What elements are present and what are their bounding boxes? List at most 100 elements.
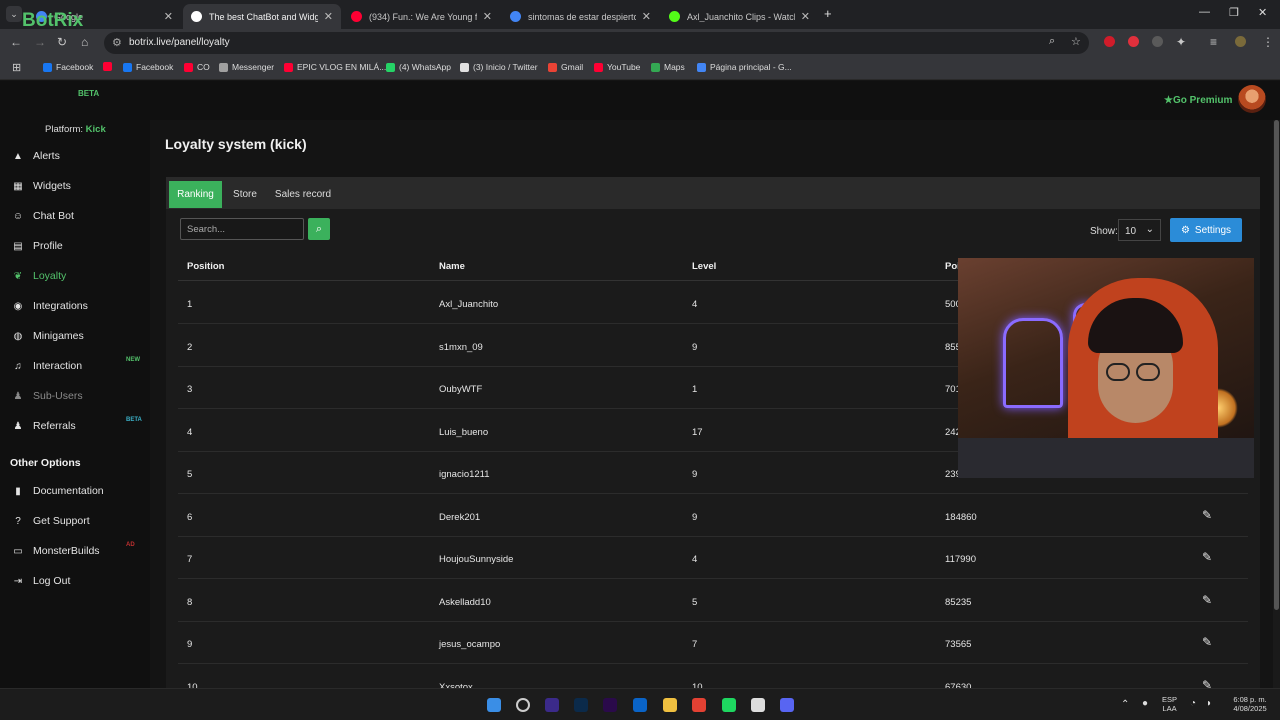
extension-red-icon[interactable] (1104, 36, 1115, 47)
tray-chevron-icon[interactable]: ⌃ (1121, 699, 1129, 710)
new-tab-button[interactable]: + (824, 6, 832, 21)
sidebar-item-loyalty[interactable]: ❦ Loyalty (12, 266, 147, 286)
botrix-logo[interactable]: BotRix (22, 10, 83, 32)
forward-icon[interactable]: → (34, 35, 46, 49)
clock[interactable]: 6:08 p. m. 4/08/2025 (1226, 695, 1274, 713)
sidebar-item-chat-bot[interactable]: ☺ Chat Bot (12, 206, 147, 226)
bookmark-item[interactable] (103, 62, 116, 71)
tab-sales-record[interactable]: Sales record (268, 181, 338, 208)
bookmark-item[interactable]: Página principal - G... (697, 62, 792, 72)
reload-icon[interactable]: ↻ (57, 35, 67, 49)
edit-pencil-icon[interactable]: ✎ (1202, 635, 1212, 649)
volume-icon[interactable]: ◗ (1206, 698, 1212, 709)
profile-avatar-icon[interactable] (1235, 36, 1246, 47)
edit-pencil-icon[interactable]: ✎ (1202, 550, 1212, 564)
bookmark-item[interactable]: Facebook (123, 62, 173, 72)
table-row: 7 HoujouSunnyside 4 117990 ✎ (178, 537, 1248, 579)
zoom-icon[interactable]: ⌕ (1049, 35, 1055, 48)
outlook-icon[interactable] (633, 698, 647, 712)
edit-pencil-icon[interactable]: ✎ (1202, 508, 1212, 522)
settings-button[interactable]: ⚙ Settings (1170, 218, 1242, 242)
desk-surface (958, 438, 1254, 478)
home-icon[interactable]: ⌂ (81, 35, 88, 49)
sidebar-item-integrations[interactable]: ◉ Integrations (12, 296, 147, 316)
bookmark-item[interactable]: Gmail (548, 62, 583, 72)
robot-icon: ☺ (12, 210, 24, 222)
tab-close-icon[interactable]: ✕ (483, 10, 492, 23)
back-icon[interactable]: ← (10, 35, 22, 49)
browser-tab[interactable]: The best ChatBot and Widgets ✕ (183, 4, 341, 29)
tab-ranking[interactable]: Ranking (169, 181, 222, 208)
site-info-icon[interactable]: ⚙ (112, 36, 122, 49)
browser-tab[interactable]: (934) Fun.: We Are Young ft. Jan ✕ (343, 4, 500, 29)
maximize-icon[interactable]: ❐ (1229, 6, 1239, 19)
after-effects-icon[interactable] (545, 698, 559, 712)
windows-start-icon[interactable] (487, 698, 501, 712)
glasses-left (1106, 363, 1130, 381)
minimize-icon[interactable]: — (1199, 6, 1210, 18)
search-button[interactable]: ⌕ (308, 218, 330, 240)
sidebar-item-get-support[interactable]: ? Get Support (12, 511, 147, 531)
browser-tab[interactable]: sintomas de estar despierto 24 ✕ (502, 4, 659, 29)
extensions-puzzle-icon[interactable]: ✦ (1176, 35, 1186, 49)
column-header-level[interactable]: Level (692, 261, 716, 272)
extension-adblock-icon[interactable] (1128, 36, 1139, 47)
page-size-select[interactable]: 10 ⌄ (1118, 219, 1161, 241)
tab-close-icon[interactable]: ✕ (642, 10, 651, 23)
bookmark-star-icon[interactable]: ☆ (1071, 35, 1081, 48)
apps-grid-icon[interactable]: ⊞ (12, 61, 21, 74)
column-header-name[interactable]: Name (439, 261, 465, 272)
cell-level: 1 (692, 384, 698, 395)
premiere-icon[interactable] (603, 698, 617, 712)
bookmark-item[interactable]: EPIC VLOG EN MILÁ... (284, 62, 386, 72)
close-window-icon[interactable]: ✕ (1258, 6, 1267, 19)
edit-pencil-icon[interactable]: ✎ (1202, 593, 1212, 607)
bookmark-item[interactable]: CO (184, 62, 210, 72)
sidebar-item-profile[interactable]: ▤ Profile (12, 236, 147, 256)
tab-store[interactable]: Store (225, 181, 265, 208)
network-icon[interactable]: ◔ (1190, 698, 1196, 709)
reading-list-icon[interactable]: ≡ (1210, 35, 1217, 49)
bookmark-item[interactable]: (4) WhatsApp (386, 62, 451, 72)
bookmark-item[interactable]: Maps (651, 62, 685, 72)
sidebar-item-documentation[interactable]: ▮ Documentation (12, 481, 147, 501)
cell-level: 9 (692, 341, 698, 353)
search-input[interactable] (180, 218, 304, 240)
user-avatar[interactable] (1238, 85, 1266, 113)
sidebar-item-widgets[interactable]: ▦ Widgets (12, 176, 147, 196)
scrollbar-thumb[interactable] (1274, 120, 1279, 610)
sidebar-item-sub-users[interactable]: ♟ Sub-Users (12, 386, 147, 406)
photoshop-icon[interactable] (574, 698, 588, 712)
microphone-icon[interactable]: ● (1142, 698, 1148, 709)
sidebar-item-minigames[interactable]: ◍ Minigames (12, 326, 147, 346)
bookmark-item[interactable]: Facebook (43, 62, 93, 72)
tab-search-dropdown[interactable]: ⌄ (6, 6, 22, 22)
menu-kebab-icon[interactable]: ⋮ (1262, 35, 1274, 49)
tab-close-icon[interactable]: ✕ (164, 10, 173, 23)
seedling-icon: ❦ (13, 270, 23, 282)
go-premium-link[interactable]: ★Go Premium (1164, 95, 1232, 106)
search-icon[interactable] (516, 698, 530, 712)
sidebar-item-log-out[interactable]: ⇥ Log Out (12, 571, 147, 591)
address-bar[interactable]: ⚙ botrix.live/panel/loyalty ⌕ ☆ (104, 32, 1089, 54)
tab-close-icon[interactable]: ✕ (324, 10, 333, 23)
bookmark-item[interactable]: Messenger (219, 62, 274, 72)
cell-position: 7 (187, 554, 193, 565)
discord-icon[interactable] (780, 698, 794, 712)
spotify-icon[interactable] (722, 698, 736, 712)
bookmark-item[interactable]: (3) Inicio / Twitter (460, 62, 538, 72)
tab-close-icon[interactable]: ✕ (801, 10, 810, 23)
file-explorer-icon[interactable] (663, 698, 677, 712)
bookmark-item[interactable]: YouTube (594, 62, 640, 72)
extension-pin-icon[interactable] (1152, 36, 1163, 47)
cell-name: HoujouSunnyside (439, 554, 514, 565)
browser-toolbar: ← → ↻ ⌂ ⚙ botrix.live/panel/loyalty ⌕ ☆ … (0, 29, 1280, 56)
sidebar-item-alerts[interactable]: ▲ Alerts (12, 146, 147, 166)
language-indicator[interactable]: ESP LAA (1162, 695, 1177, 713)
browser-tab[interactable]: Axl_Juanchito Clips - Watch Live ✕ (661, 4, 818, 29)
chrome-icon[interactable] (692, 698, 706, 712)
column-header-position[interactable]: Position (187, 261, 224, 272)
tab-title: sintomas de estar despierto 24 (528, 11, 636, 22)
warning-icon: ▲ (13, 150, 23, 162)
obs-icon[interactable] (751, 698, 765, 712)
